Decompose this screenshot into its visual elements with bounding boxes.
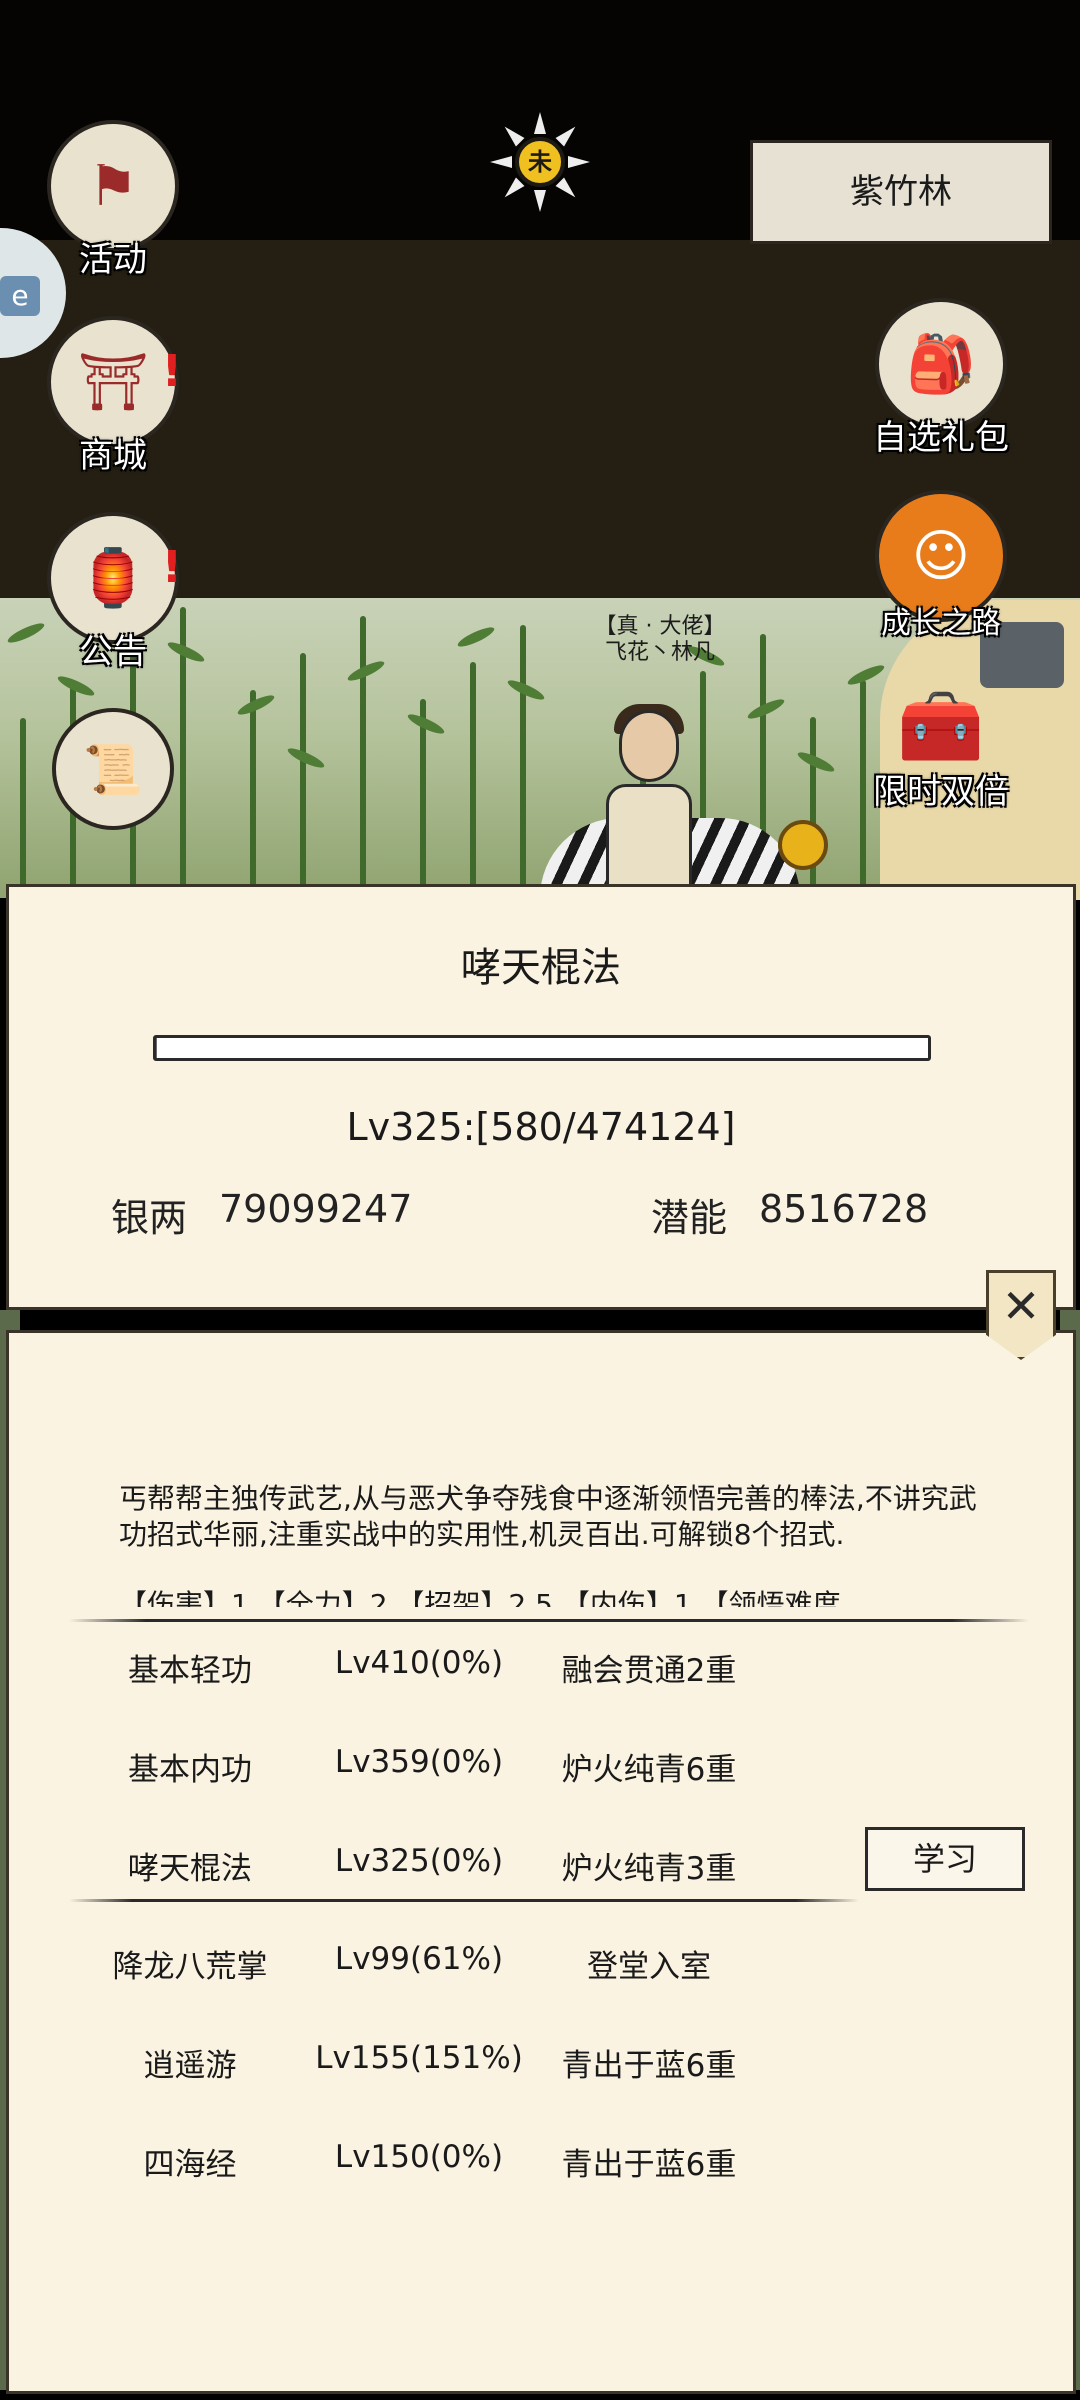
sun-ray xyxy=(534,190,546,212)
skill-level-text: Lv325:[580/474124] xyxy=(346,1105,736,1149)
skill-summary-panel: 哮天棍法 Lv325:[580/474124] 银两 79099247 潜能 8… xyxy=(6,884,1076,1310)
skill-row-rank: 青出于蓝6重 xyxy=(561,2048,737,2084)
bamboo-leaf xyxy=(345,658,387,684)
skill-progress-fill xyxy=(156,1038,157,1058)
potential-value: 8516728 xyxy=(759,1187,929,1231)
notice-button[interactable]: 🏮 ! 公告 xyxy=(38,512,188,672)
skill-row-rank: 融会贯通2重 xyxy=(561,1653,737,1689)
shop-alert-badge: ! xyxy=(161,346,182,397)
sunflower-icon xyxy=(778,820,828,870)
skill-row-level: Lv325(0%) xyxy=(334,1843,504,1879)
skill-row-rank: 登堂入室 xyxy=(587,1949,711,1985)
sun-ray xyxy=(500,122,525,147)
scroll-button[interactable]: 📜 xyxy=(48,708,178,830)
divider xyxy=(69,1899,859,1902)
skill-row-name: 逍遥游 xyxy=(143,2048,237,2084)
skill-row-rank: 炉火纯青6重 xyxy=(561,1752,737,1788)
player-title: 【真 · 大佬】 xyxy=(594,614,726,639)
skill-row[interactable]: 降龙八荒掌 Lv99(61%) 登堂入室 xyxy=(9,1929,1073,1989)
player-character[interactable] xyxy=(594,700,704,900)
double-time-label: 限时双倍 xyxy=(873,772,1009,812)
sun-ray xyxy=(490,156,512,168)
skill-row-level: Lv99(61%) xyxy=(334,1941,504,1977)
close-icon: ✕ xyxy=(1001,1279,1041,1333)
notice-label: 公告 xyxy=(79,632,147,672)
sun-ray xyxy=(555,122,580,147)
shop-label: 商城 xyxy=(79,436,147,476)
bamboo-leaf xyxy=(795,749,837,775)
skill-row[interactable]: 基本内功 Lv359(0%) 炉火纯青6重 xyxy=(9,1732,1073,1792)
bamboo-leaf xyxy=(285,745,327,771)
bamboo-leaf xyxy=(235,692,277,718)
skill-row-name: 哮天棍法 xyxy=(128,1851,252,1887)
custom-gift-label: 自选礼包 xyxy=(873,418,1009,458)
player-name: 飞花丶林凡 xyxy=(604,640,715,665)
player-nameplate: 【真 · 大佬】 飞花丶林凡 xyxy=(560,614,760,666)
divider xyxy=(69,1619,1029,1622)
activity-button[interactable]: ⚑ 活动 xyxy=(38,120,188,280)
side-drawer-icon[interactable]: e xyxy=(0,276,40,316)
sun-ray xyxy=(555,177,580,202)
skill-row-name: 四海经 xyxy=(143,2147,237,2183)
skill-row-level: Lv359(0%) xyxy=(334,1744,504,1780)
bamboo-stalk xyxy=(810,717,816,898)
skill-row-level: Lv155(151%) xyxy=(315,2040,523,2076)
sun-ray xyxy=(568,156,590,168)
bottom-edge xyxy=(0,2394,1080,2400)
skill-list-panel: 丐帮帮主独传武艺,从与恶犬争夺残食中逐渐领悟完善的棒法,不讲究武功招式华丽,注重… xyxy=(6,1330,1076,2394)
skill-row-level: Lv150(0%) xyxy=(334,2139,504,2175)
skill-row[interactable]: 逍遥游 Lv155(151%) 青出于蓝6重 xyxy=(9,2028,1073,2088)
bamboo-stalk xyxy=(470,662,476,898)
bamboo-stalk xyxy=(300,653,306,898)
bamboo-stalk xyxy=(250,690,256,898)
shop-button[interactable]: ⛩ ! 商城 xyxy=(38,316,188,476)
bamboo-stalk xyxy=(520,625,526,898)
activity-label: 活动 xyxy=(79,240,147,280)
double-time-button[interactable]: 🧰 限时双倍 xyxy=(856,660,1026,813)
notice-alert-badge: ! xyxy=(161,542,182,593)
close-button[interactable]: ✕ xyxy=(986,1270,1056,1360)
sun-ray xyxy=(534,112,546,134)
sun-ray xyxy=(500,177,525,202)
growth-path-label: 成长之路 xyxy=(881,606,1001,641)
custom-gift-button[interactable]: 🎒 自选礼包 xyxy=(856,298,1026,458)
bamboo-stalk xyxy=(360,616,366,898)
growth-path-button[interactable]: ☺ 成长之路 xyxy=(856,490,1026,641)
time-symbol: 未 xyxy=(515,137,565,187)
potential-label: 潜能 xyxy=(651,1196,728,1240)
location-name[interactable]: 紫竹林 xyxy=(750,140,1052,244)
skill-row-name: 基本内功 xyxy=(128,1752,252,1788)
skill-progress-bar xyxy=(153,1035,931,1061)
time-sun-icon: 未 xyxy=(488,110,592,214)
silver-value: 79099247 xyxy=(219,1187,413,1231)
skill-row[interactable]: 四海经 Lv150(0%) 青出于蓝6重 xyxy=(9,2127,1073,2187)
skill-title: 哮天棍法 xyxy=(461,945,621,991)
silver-label: 银两 xyxy=(111,1196,188,1240)
learn-button[interactable]: 学习 xyxy=(865,1827,1025,1891)
scroll-icon: 📜 xyxy=(52,708,174,830)
bamboo-leaf xyxy=(745,696,787,722)
bamboo-leaf xyxy=(505,677,547,703)
bamboo-leaf xyxy=(405,711,447,737)
character-head xyxy=(619,710,679,782)
bamboo-stalk xyxy=(20,718,26,898)
skill-row-rank: 青出于蓝6重 xyxy=(561,2147,737,2183)
skill-description: 丐帮帮主独传武艺,从与恶犬争夺残食中逐渐领悟完善的棒法,不讲究武功招式华丽,注重… xyxy=(119,1482,977,1551)
bamboo-leaf xyxy=(55,673,97,699)
skill-row-name: 降龙八荒掌 xyxy=(112,1949,268,1985)
bamboo-leaf xyxy=(455,624,497,650)
skill-stats-clipped: 【伤害】1 【全力】2 【招架】2.5 【内伤】1 【领悟难度 xyxy=(119,1588,841,1607)
skill-row-level: Lv410(0%) xyxy=(334,1645,504,1681)
character-body xyxy=(606,784,692,894)
skill-row[interactable]: 基本轻功 Lv410(0%) 融会贯通2重 xyxy=(9,1633,1073,1693)
skill-row-name: 基本轻功 xyxy=(128,1653,252,1689)
skill-row-rank: 炉火纯青3重 xyxy=(561,1851,737,1887)
